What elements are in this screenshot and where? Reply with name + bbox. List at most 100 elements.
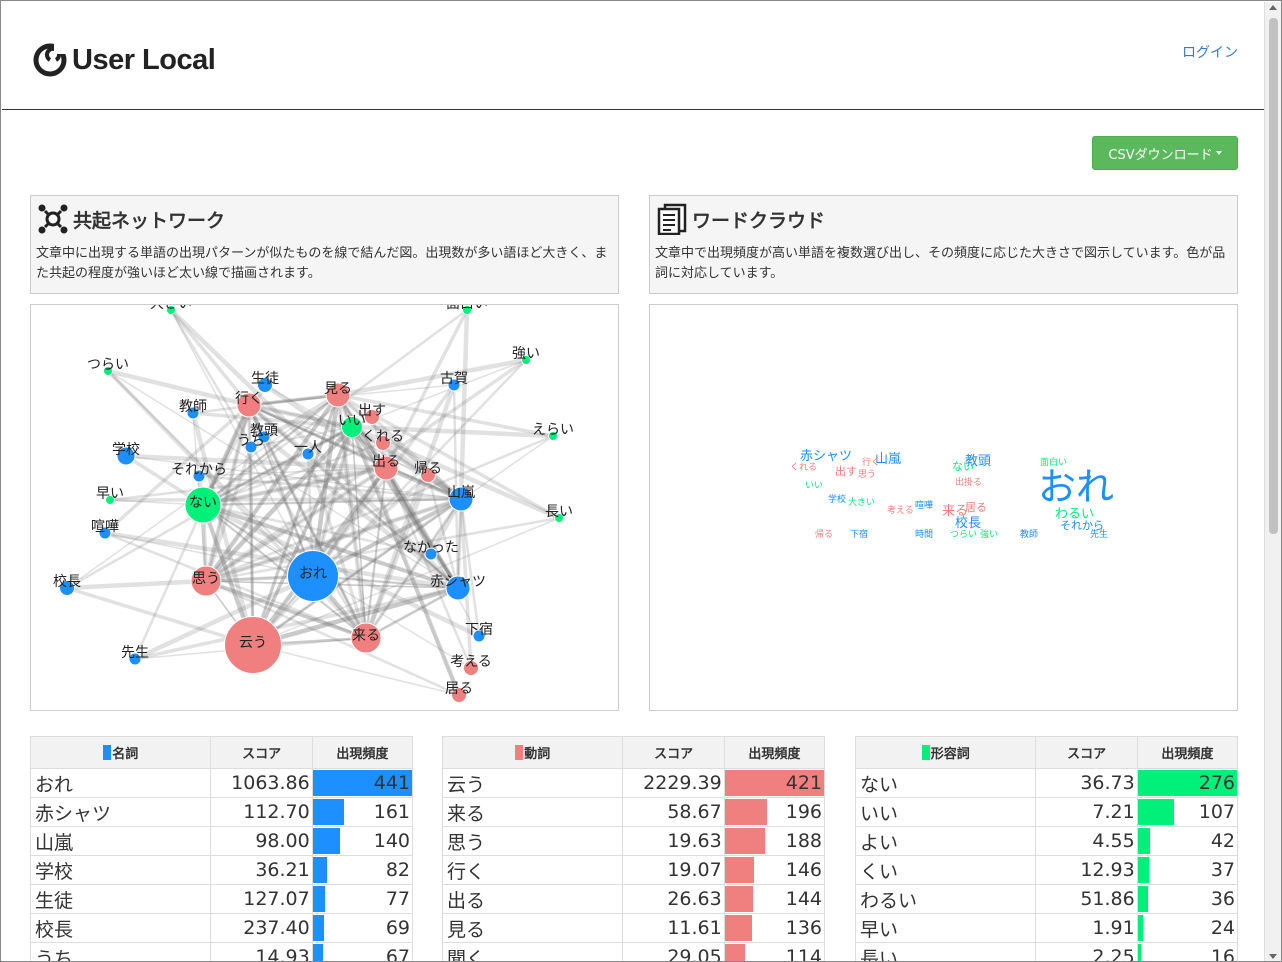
table-row[interactable]: 思う 19.63 188	[441, 826, 826, 856]
scroll-up-icon[interactable]	[1269, 5, 1277, 10]
frequency-cell: 140	[311, 826, 414, 856]
column-header-frequency[interactable]: 出現頻度	[311, 736, 414, 769]
word-cell: おれ	[29, 768, 212, 798]
table-row[interactable]: 校長 237.40 69	[29, 913, 414, 943]
network-graph[interactable]: 大きい面白い強いつらい生徒見る古賀行く教師いい出すえらい教頭くれるうち一人学校出…	[31, 305, 619, 711]
network-node-label: ない	[189, 495, 217, 511]
table-row[interactable]: ない 36.73 276	[854, 768, 1239, 798]
network-panel-title: 共起ネットワーク	[73, 209, 226, 232]
frequency-cell: 276	[1136, 768, 1239, 798]
document-icon	[657, 203, 687, 235]
table-row[interactable]: 生徒 127.07 77	[29, 884, 414, 914]
table-row[interactable]: 学校 36.21 82	[29, 855, 414, 885]
frequency-cell: 37	[1136, 855, 1239, 885]
caret-down-icon	[1215, 151, 1222, 155]
cooccurrence-network[interactable]: 大きい面白い強いつらい生徒見る古賀行く教師いい出すえらい教頭くれるうち一人学校出…	[30, 304, 619, 711]
cloud-word: 時間	[915, 529, 933, 540]
frequency-cell: 114	[723, 942, 826, 962]
frequency-cell: 77	[311, 884, 414, 914]
frequency-value: 188	[785, 830, 822, 852]
network-node-label: 一人	[294, 440, 322, 456]
network-node-label: 出る	[372, 454, 400, 470]
network-node-label: 云う	[239, 635, 267, 651]
page-scrollbar[interactable]	[1264, 2, 1281, 961]
table-row[interactable]: 行く 19.07 146	[441, 855, 826, 885]
column-header-label: 出現頻度	[336, 747, 389, 762]
cloud-word: 喧嘩	[915, 499, 933, 511]
frequency-value: 42	[1210, 830, 1235, 852]
frequency-cell: 188	[723, 826, 826, 856]
column-header-label: 動詞	[524, 747, 551, 762]
table-row[interactable]: 赤シャツ 112.70 161	[29, 797, 414, 827]
column-header-score[interactable]: スコア	[210, 736, 313, 769]
word-cell: わるい	[854, 884, 1037, 914]
table-row[interactable]: 長い 2.25 16	[854, 942, 1239, 961]
word-cell: 云う	[441, 768, 624, 798]
table-row[interactable]: よい 4.55 42	[854, 826, 1239, 856]
cloud-word: つらい	[950, 529, 977, 540]
cloud-word: 赤シャツ	[800, 449, 852, 464]
table-row[interactable]: 早い 1.91 24	[854, 913, 1239, 943]
score-cell: 19.63	[622, 826, 725, 856]
frequency-value: 114	[785, 946, 822, 962]
network-node-label: 早い	[96, 486, 124, 502]
scrollbar-thumb[interactable]	[1269, 18, 1278, 534]
frequency-value: 161	[373, 801, 410, 823]
column-header-pos[interactable]: 名詞	[29, 736, 212, 769]
network-node-label: 大きい	[150, 305, 192, 312]
table-row[interactable]: 山嵐 98.00 140	[29, 826, 414, 856]
network-node-label: それから	[171, 462, 227, 478]
network-node-label: 校長	[53, 573, 81, 590]
word-cloud[interactable]: おれ 赤シャツ 山嵐 教頭 校長 わるい それから 来る 居る ない 面白い 出す 思う 行く 出掛る 学校大…	[649, 304, 1238, 711]
cloud-word: 先生	[1090, 528, 1108, 540]
score-cell: 1063.86	[210, 768, 313, 798]
column-header-label: スコア	[1067, 747, 1107, 762]
table-row[interactable]: おれ 1063.86 441	[29, 768, 414, 798]
word-cell: 聞く	[441, 942, 624, 961]
network-node-label: 山嵐	[447, 485, 475, 501]
scroll-down-icon[interactable]	[1269, 954, 1277, 959]
table-row[interactable]: 出る 26.63 144	[441, 884, 826, 914]
word-cell: よい	[854, 826, 1037, 856]
score-cell: 29.05	[622, 942, 725, 961]
frequency-value: 136	[785, 917, 822, 939]
frequency-value: 144	[785, 888, 822, 910]
network-edge	[133, 404, 251, 660]
table-row[interactable]: 来る 58.67 196	[441, 797, 826, 827]
frequency-cell: 161	[311, 797, 414, 827]
score-cell: 1.91	[1035, 913, 1138, 943]
csv-download-label: CSVダウンロード	[1108, 147, 1213, 163]
column-header-score[interactable]: スコア	[1035, 736, 1138, 769]
column-header-pos[interactable]: 形容詞	[854, 736, 1037, 769]
frequency-value: 146	[785, 859, 822, 881]
cloud-word: 行く	[862, 456, 880, 468]
table-row[interactable]: くい 12.93 37	[854, 855, 1239, 885]
table-row[interactable]: 見る 11.61 136	[441, 913, 826, 943]
table-row[interactable]: うち 14.93 67	[29, 942, 414, 961]
network-node-label: なかった	[403, 540, 459, 556]
column-header-pos[interactable]: 動詞	[441, 736, 624, 769]
table-row[interactable]: いい 7.21 107	[854, 797, 1239, 827]
table-row[interactable]: 云う 2229.39 421	[441, 768, 826, 798]
table-row[interactable]: わるい 51.86 36	[854, 884, 1239, 914]
network-node-label: 強い	[512, 346, 540, 362]
csv-download-button[interactable]: CSVダウンロード	[1092, 136, 1238, 170]
column-header-frequency[interactable]: 出現頻度	[723, 736, 826, 769]
word-cell: いい	[854, 797, 1037, 827]
column-header-score[interactable]: スコア	[622, 736, 725, 769]
word-cell: 長い	[854, 942, 1037, 961]
column-header-frequency[interactable]: 出現頻度	[1136, 736, 1239, 769]
table-row[interactable]: 聞く 29.05 114	[441, 942, 826, 962]
cloud-word: 下宿	[850, 528, 868, 540]
network-edge	[252, 644, 460, 696]
frequency-value: 196	[785, 801, 822, 823]
frequency-value: 107	[1198, 801, 1235, 823]
cloud-word: くれる	[790, 462, 817, 473]
score-cell: 58.67	[622, 797, 725, 827]
login-link[interactable]: ログイン	[1182, 42, 1238, 62]
frequency-value: 421	[785, 772, 822, 794]
score-cell: 36.73	[1035, 768, 1138, 798]
cloud-panel-description: 文章中で出現頻度が高い単語を複数選び出し、その頻度に応じた大きさで図示しています…	[655, 246, 1226, 281]
frequency-value: 140	[373, 830, 410, 852]
logo[interactable]: User Local	[32, 42, 216, 78]
